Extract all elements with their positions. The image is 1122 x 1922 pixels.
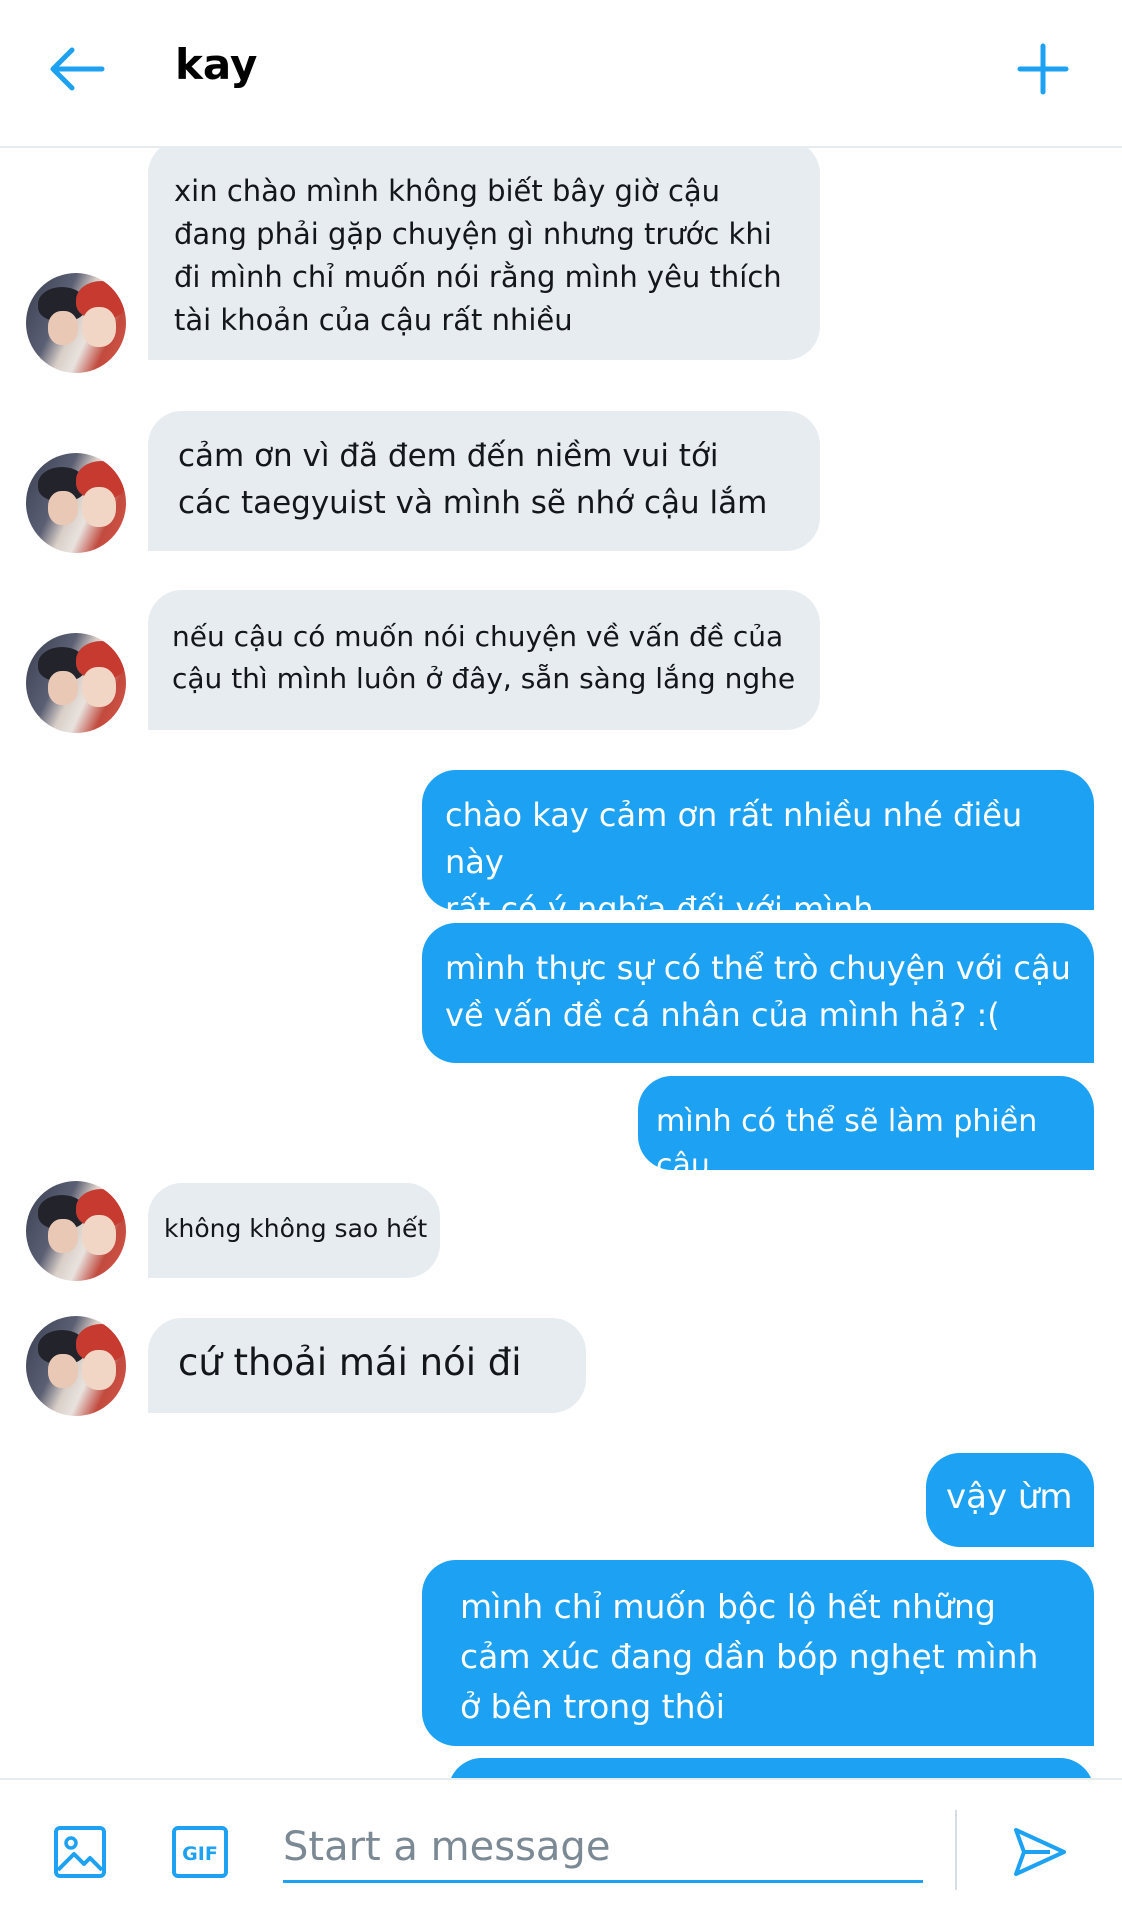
send-icon[interactable] xyxy=(1010,1824,1070,1880)
outgoing-message[interactable]: vậy ừm xyxy=(926,1453,1094,1547)
conversation-title[interactable]: kay xyxy=(175,40,257,89)
outgoing-message[interactable]: mình thực sự có thể trò chuyện với cậu v… xyxy=(422,923,1094,1063)
contact-avatar[interactable] xyxy=(26,453,126,553)
message-input[interactable] xyxy=(283,1814,923,1883)
incoming-message[interactable]: xin chào mình không biết bây giờ cậu đan… xyxy=(148,148,820,360)
outgoing-message[interactable]: mình chỉ muốn bộc lộ hết những cảm xúc đ… xyxy=(422,1560,1094,1746)
incoming-message[interactable]: nếu cậu có muốn nói chuyện về vấn đề của… xyxy=(148,590,820,730)
message-list[interactable]: xin chào mình không biết bây giờ cậu đan… xyxy=(0,148,1122,1778)
contact-avatar[interactable] xyxy=(26,1316,126,1416)
conversation-header: kay xyxy=(0,0,1122,148)
composer-divider xyxy=(955,1810,957,1890)
outgoing-message[interactable]: chào kay cảm ơn rất nhiều nhé điều này r… xyxy=(422,770,1094,928)
contact-avatar[interactable] xyxy=(26,1181,126,1281)
plus-icon[interactable] xyxy=(1016,42,1070,96)
message-composer: GIF xyxy=(0,1778,1122,1922)
gif-label: GIF xyxy=(182,1843,218,1865)
incoming-message[interactable]: cứ thoải mái nói đi xyxy=(148,1318,586,1413)
outgoing-message[interactable]: mình có thể sẽ làm phiền cậu xyxy=(638,1076,1094,1183)
back-arrow-icon[interactable] xyxy=(46,44,106,94)
incoming-message[interactable]: cảm ơn vì đã đem đến niềm vui tới các ta… xyxy=(148,411,820,551)
gif-icon[interactable]: GIF xyxy=(170,1824,230,1880)
incoming-message[interactable]: không không sao hết xyxy=(148,1183,440,1278)
contact-avatar[interactable] xyxy=(26,633,126,733)
image-icon[interactable] xyxy=(52,1824,108,1880)
contact-avatar[interactable] xyxy=(26,273,126,373)
outgoing-message-partial[interactable] xyxy=(448,1758,1094,1778)
